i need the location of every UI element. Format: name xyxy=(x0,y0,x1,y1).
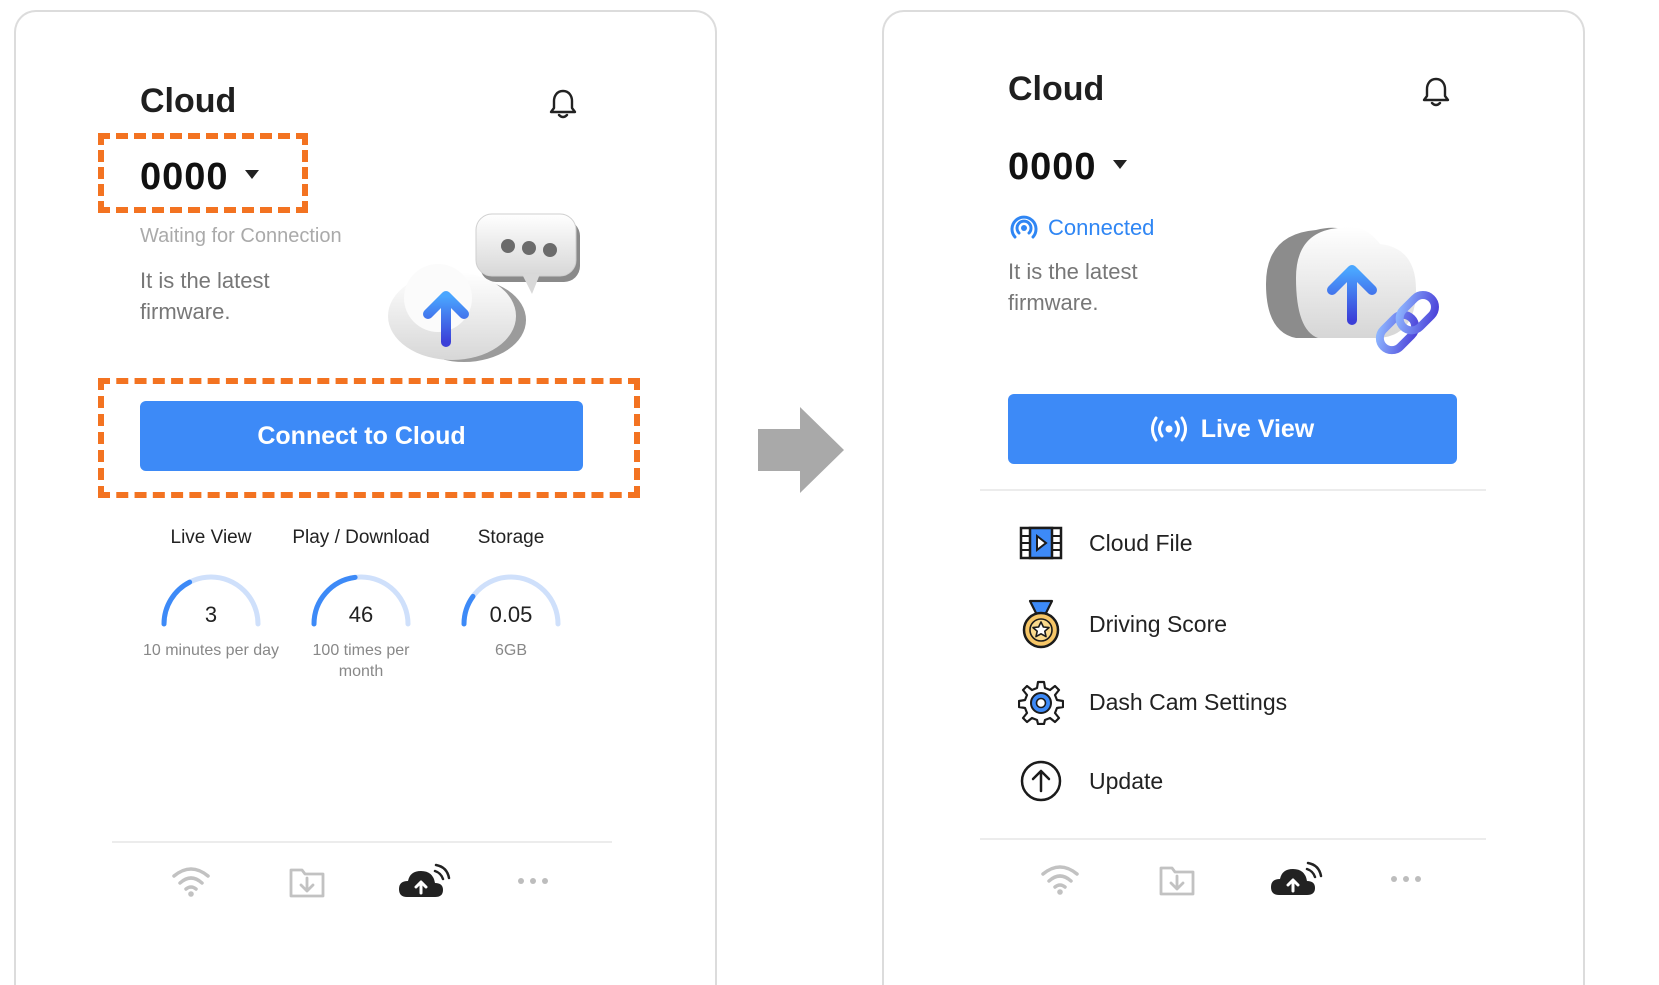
menu-item-label: Dash Cam Settings xyxy=(1089,688,1288,715)
section-divider xyxy=(980,489,1486,491)
device-selector[interactable]: 0000 xyxy=(140,156,259,199)
wifi-icon[interactable] xyxy=(170,864,212,898)
live-view-button-label: Live View xyxy=(1200,414,1315,443)
arrow-right-icon xyxy=(758,407,844,493)
upload-arrow-icon xyxy=(1020,760,1062,802)
signal-icon xyxy=(1010,215,1038,239)
menu-item-label: Cloud File xyxy=(1089,529,1193,556)
cloud-link-illustration-icon xyxy=(1266,226,1439,355)
cloud-upload-icon[interactable] xyxy=(397,861,453,901)
firmware-status: It is the latest firmware. xyxy=(140,268,270,324)
stat-label-play-download: Play / Download xyxy=(292,527,430,548)
menu-item-cloud-file[interactable]: Cloud File xyxy=(1018,523,1193,563)
gear-icon xyxy=(1018,680,1064,725)
chevron-down-icon xyxy=(244,170,259,180)
connect-to-cloud-button[interactable]: Connect to Cloud xyxy=(140,401,583,471)
medal-icon xyxy=(1022,599,1060,649)
page-title: Cloud xyxy=(1008,70,1105,108)
download-folder-icon[interactable] xyxy=(288,864,326,900)
device-name: 0000 xyxy=(1008,146,1097,188)
cloud-screen-after: Cloud 0000 Connected It is the latest fi… xyxy=(882,10,1585,985)
stat-sub-storage: 6GB xyxy=(494,642,527,659)
stat-sub-live-view: 10 minutes per day xyxy=(142,642,280,659)
more-icon[interactable] xyxy=(516,876,550,886)
firmware-status: It is the latest firmware. xyxy=(1008,259,1138,315)
page-title: Cloud xyxy=(140,82,237,120)
connect-button-label: Connect to Cloud xyxy=(257,421,466,450)
stat-value-storage: 0.05 xyxy=(489,602,533,627)
stat-value-live-view: 3 xyxy=(204,602,218,627)
cloud-upload-icon[interactable] xyxy=(1269,859,1325,899)
connection-status-label: Connected xyxy=(1048,215,1155,240)
menu-item-label: Driving Score xyxy=(1089,610,1228,637)
download-folder-icon[interactable] xyxy=(1158,862,1196,898)
cloud-screen-before: Cloud 0000 Waiting for Connection It is … xyxy=(14,10,717,985)
connection-status: Connected xyxy=(1008,212,1154,244)
stat-value-play-download: 46 xyxy=(348,602,374,627)
connection-status: Waiting for Connection xyxy=(140,225,342,247)
stat-sub-play-download: 100 times per month xyxy=(312,642,410,680)
cloud-chat-illustration-icon xyxy=(388,213,580,362)
stat-label-live-view: Live View xyxy=(170,527,252,548)
bell-icon[interactable] xyxy=(1421,76,1451,108)
menu-item-driving-score[interactable]: Driving Score xyxy=(1018,599,1227,649)
menu-item-label: Update xyxy=(1089,767,1164,794)
wifi-icon[interactable] xyxy=(1039,862,1081,896)
menu-item-update[interactable]: Update xyxy=(1018,758,1163,804)
live-view-button[interactable]: Live View xyxy=(1008,394,1457,464)
menu-item-dash-cam-settings[interactable]: Dash Cam Settings xyxy=(1018,679,1287,725)
nav-divider xyxy=(112,841,612,843)
nav-divider xyxy=(980,838,1486,840)
film-icon xyxy=(1019,526,1063,560)
broadcast-icon xyxy=(1150,416,1187,442)
device-selector[interactable]: 0000 xyxy=(1008,146,1127,189)
stat-label-storage: Storage xyxy=(477,527,545,548)
chevron-down-icon xyxy=(1112,160,1127,170)
device-name: 0000 xyxy=(140,156,229,198)
more-icon[interactable] xyxy=(1389,874,1423,884)
bell-icon[interactable] xyxy=(548,88,578,120)
